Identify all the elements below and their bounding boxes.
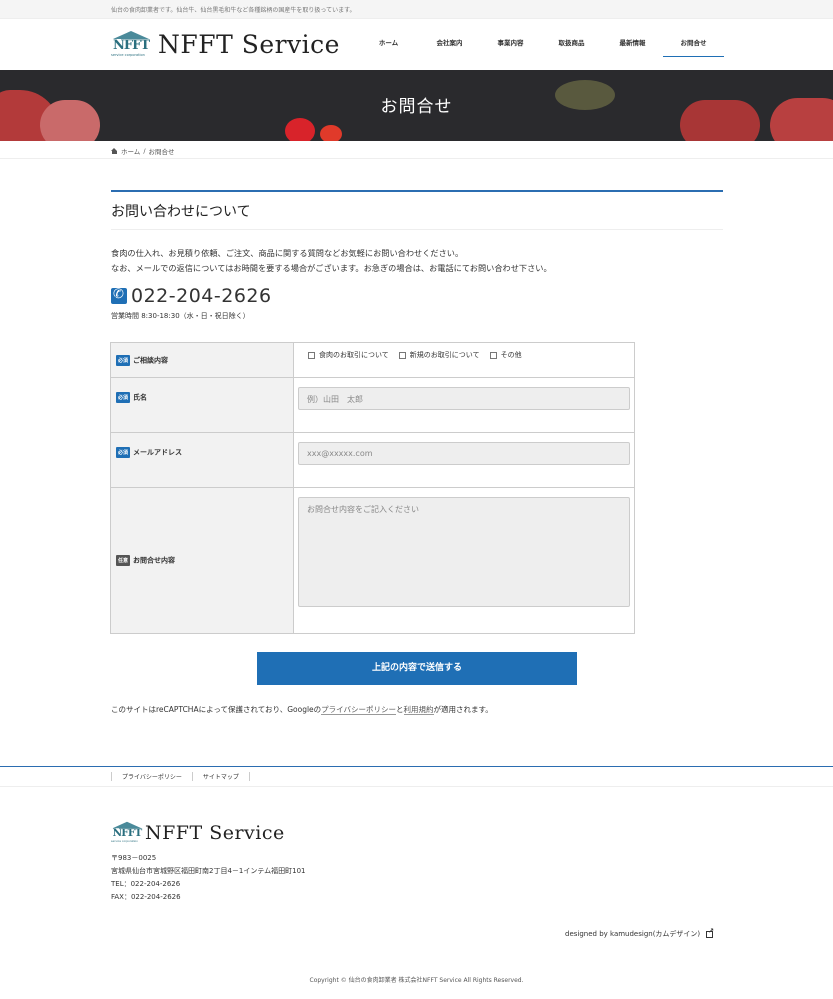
footer-logo-text: NFFT Service xyxy=(145,822,285,844)
breadcrumb: ホーム / お問合せ xyxy=(0,141,833,159)
footer-fax: FAX：022-204-2626 xyxy=(111,893,181,901)
logo-mark-icon: NFFT service corporation xyxy=(111,30,151,59)
designer-credit[interactable]: designed by kamudesign(カムデザイン) xyxy=(565,927,714,939)
section-header: お問い合わせについて xyxy=(111,190,723,230)
recaptcha-notice: このサイトはreCAPTCHAによって保護されており、Googleのプライバシー… xyxy=(111,705,493,715)
phone-number[interactable]: 022-204-2626 xyxy=(131,285,272,307)
footer-tel: TEL：022-204-2626 xyxy=(111,880,181,888)
required-badge: 必須 xyxy=(116,354,131,366)
section-title: お問い合わせについて xyxy=(111,204,251,220)
breadcrumb-home[interactable]: ホーム xyxy=(121,146,140,156)
nav-company[interactable]: 会社案内 xyxy=(419,20,480,70)
home-icon xyxy=(111,147,118,155)
footer-nav: プライバシーポリシー サイトマップ xyxy=(0,766,833,787)
checkbox[interactable] xyxy=(308,351,315,359)
name-label-cell: 必須 氏名 xyxy=(110,377,294,433)
email-input[interactable]: xxx@xxxxx.com xyxy=(298,442,630,465)
contact-form: 必須 ご相談内容 食肉のお取引について 新規のお取引について その他 必須 氏名 例… xyxy=(110,342,635,634)
main-nav: ホーム 会社案内 事業内容 取扱商品 最新情報 お問合せ xyxy=(358,20,724,70)
name-label: 氏名 xyxy=(133,393,148,402)
topic-checkbox-group: 食肉のお取引について 新規のお取引について その他 xyxy=(308,348,630,360)
submit-button[interactable]: 上記の内容で送信する xyxy=(257,652,577,685)
intro-line-2: なお、メールでの返信についてはお時間を要する場合がございます。お急ぎの場合は、お… xyxy=(111,263,552,273)
site-header: NFFT service corporation NFFT Service ホー… xyxy=(0,20,833,70)
site-logo[interactable]: NFFT service corporation NFFT Service xyxy=(111,30,340,59)
page-hero: お問合せ xyxy=(0,70,833,141)
topic-label: ご相談内容 xyxy=(133,356,169,364)
nav-products[interactable]: 取扱商品 xyxy=(541,20,602,70)
nav-contact[interactable]: お問合せ xyxy=(663,20,724,57)
external-link-icon xyxy=(706,927,714,938)
topic-option-new[interactable]: 新規のお取引について xyxy=(398,350,480,360)
tagline: 仙台の食肉卸業者です。仙台牛、仙台黒毛和牛など各種銘柄の国産牛を取り扱っています… xyxy=(111,7,356,14)
copyright: Copyright © 仙台の食肉卸業者 株式会社NFFT Service Al… xyxy=(309,977,524,984)
intro-text: 食肉の仕入れ、お見積り依頼、ご注文、商品に関する質問などお気軽にお問い合わせくだ… xyxy=(111,246,552,276)
logo-text: NFFT Service xyxy=(158,30,340,59)
message-textarea[interactable]: お問合せ内容をご記入ください xyxy=(298,497,630,607)
privacy-policy-link[interactable]: プライバシーポリシー xyxy=(321,705,397,715)
footer-link-privacy[interactable]: プライバシーポリシー xyxy=(111,772,192,781)
logo-mark-icon: NFFT service corporation xyxy=(111,821,142,844)
page-title: お問合せ xyxy=(380,97,453,117)
intro-line-1: 食肉の仕入れ、お見積り依頼、ご注文、商品に関する質問などお気軽にお問い合わせくだ… xyxy=(111,248,464,258)
zip-code: 〒983－0025 xyxy=(111,854,157,862)
message-label: お問合せ内容 xyxy=(133,556,176,565)
breadcrumb-current: お問合せ xyxy=(148,148,175,156)
message-label-cell: 任意 お問合せ内容 xyxy=(110,487,294,634)
topic-label-cell: 必須 ご相談内容 xyxy=(110,342,294,378)
designer-credit-text[interactable]: designed by kamudesign(カムデザイン) xyxy=(565,929,700,939)
required-badge: 必須 xyxy=(116,392,131,403)
terms-link[interactable]: 利用規約 xyxy=(403,705,434,715)
street-address: 宮城県仙台市宮城野区福田町南2丁目4－1インテム福田町101 xyxy=(111,867,306,875)
breadcrumb-separator: / xyxy=(143,147,146,155)
nav-news[interactable]: 最新情報 xyxy=(602,20,663,70)
required-badge: 必須 xyxy=(116,447,131,458)
top-bar: 仙台の食肉卸業者です。仙台牛、仙台黒毛和牛など各種銘柄の国産牛を取り扱っています… xyxy=(0,0,833,19)
email-label-cell: 必須 メールアドレス xyxy=(110,432,294,488)
footer-link-sitemap[interactable]: サイトマップ xyxy=(191,772,250,781)
email-label: メールアドレス xyxy=(133,448,183,457)
optional-badge: 任意 xyxy=(116,555,131,566)
phone-icon xyxy=(111,287,127,304)
topic-option-other[interactable]: その他 xyxy=(489,350,522,360)
footer-logo[interactable]: NFFT service corporation NFFT Service xyxy=(111,819,285,847)
checkbox[interactable] xyxy=(398,351,406,359)
topic-option-meat[interactable]: 食肉のお取引について xyxy=(308,350,389,360)
nav-business[interactable]: 事業内容 xyxy=(480,20,541,70)
nav-home[interactable]: ホーム xyxy=(358,20,419,70)
footer-address: 〒983－0025 宮城県仙台市宮城野区福田町南2丁目4－1インテム福田町101… xyxy=(111,852,306,904)
name-input[interactable]: 例）山田 太郎 xyxy=(298,387,630,410)
phone-block[interactable]: 022-204-2626 xyxy=(111,285,272,307)
business-hours: 営業時間 8:30-18:30（水・日・祝日除く） xyxy=(111,312,250,320)
checkbox[interactable] xyxy=(489,351,497,359)
